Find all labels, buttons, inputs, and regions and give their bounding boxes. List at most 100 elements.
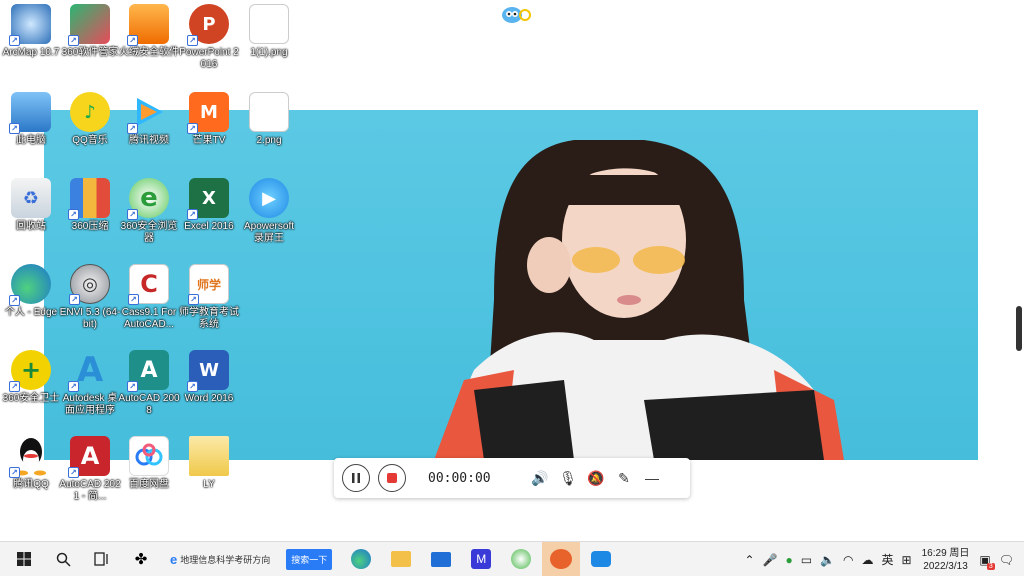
clock-date: 2022/3/13 [923,560,968,572]
screen-recorder-toolbar: 00:00:00 🔊 🎙 🔕 ✎ — [334,458,690,498]
autocad-2021-icon: A ↗ [68,436,110,478]
image-file-icon [249,4,289,44]
qq-penguin-icon: ↗ [9,436,51,478]
recycle-bin-icon: ♻ [11,178,51,218]
desktop-icon-exam-system[interactable]: 师学 ↗ 师学教育考试系统 [178,264,240,331]
action-center-icon[interactable]: 🗨 [999,553,1014,567]
app-m-icon: M [471,549,492,569]
desktop-icon-recycle-bin[interactable]: ♻ 回收站 [0,178,62,233]
desktop-icon-envi[interactable]: ◎ ↗ ENVI 5.3 (64-bit) [59,264,121,331]
recorder-icon [591,551,612,567]
desktop-icon-360-browser[interactable]: e ↗ 360安全浏览器 [118,178,180,245]
microphone-icon[interactable]: 🎙 [558,468,578,488]
autocad-2008-icon: A ↗ [127,350,169,392]
search-button[interactable]: 搜索一下 [286,548,333,570]
powerpoint-icon: P ↗ [187,4,229,46]
battery-icon[interactable]: ▭ [801,553,812,567]
computer-icon: ↗ [9,92,51,134]
minimize-icon[interactable]: — [642,468,662,488]
desktop-icon-huorong[interactable]: ↗ 火绒安全软件 [118,4,180,59]
taskbar-app-edge[interactable] [342,542,380,576]
taskbar-app-mail[interactable] [422,542,460,576]
desktop-icon-arcmap[interactable]: ↗ ArcMap 10.7 [0,4,62,59]
search-input[interactable]: 地理信息科学考研方向 [180,553,286,566]
taskbar-app-file-explorer[interactable] [382,542,420,576]
taskbar-app-huorong[interactable] [542,541,581,576]
apowersoft-recorder-icon: ▶ [249,178,289,218]
edge-icon [351,549,372,569]
desktop-icon-360-software-manager[interactable]: ↗ 360软件管家 [59,4,121,59]
taskbar-app-editor[interactable]: M [462,542,500,576]
desktop-icon-png-2[interactable]: 2.png [238,92,300,147]
autodesk-icon: A ↗ [68,350,110,392]
desktop-icon-autodesk-app[interactable]: A ↗ Autodesk 桌面应用程序 [59,350,121,417]
notification-count: 3 [986,562,995,570]
notification-icon[interactable]: ▣ 3 [979,553,995,570]
edge-icon: ↗ [9,264,51,306]
tencent-video-play-icon: ↗ [127,92,169,134]
folder-icon [189,436,229,476]
clock[interactable]: 16:29 周日 2022/3/13 [922,547,970,573]
baidu-netdisk-icon [129,436,169,476]
stop-button[interactable] [378,464,406,492]
desktop-icon-360-zip[interactable]: ↗ 360压缩 [59,178,121,233]
desktop-icon-edge[interactable]: ↗ 个人 - Edge [0,264,62,319]
search-icon[interactable] [48,544,78,574]
taskbar-app-360-browser[interactable] [502,542,540,576]
desktop-icon-360-security[interactable]: + ↗ 360安全卫士 [0,350,62,405]
arcmap-icon: ↗ [9,4,51,46]
desktop-icon-png-1[interactable]: 1(1).png [238,4,300,59]
cloud-icon[interactable]: ☁ [862,553,874,567]
desktop-icon-mango-tv[interactable]: M ↗ 芒果TV [178,92,240,147]
mail-icon [431,551,452,567]
taskbar: ✤ e 地理信息科学考研方向 搜索一下 M ⌃ 🎤 ● ▭ 🔈 ◠ ☁ 英 ⊞ … [0,541,1024,576]
pinwheel-icon[interactable]: ✤ [126,544,156,574]
desktop-icon-word[interactable]: W ↗ Word 2016 [178,350,240,405]
desktop-icon-cass[interactable]: C ↗ Cass9.1 For AutoCAD... [118,264,180,331]
qq-music-icon: ♪ [70,92,110,132]
pause-button[interactable] [342,464,370,492]
cass-icon: C ↗ [128,264,169,305]
desktop-icon-qq[interactable]: ↗ 腾讯QQ [0,436,62,491]
taskbar-app-apowersoft[interactable] [582,542,620,576]
chevron-up-icon[interactable]: ⌃ [744,553,754,567]
mango-tv-icon: M ↗ [187,92,229,134]
360-browser-icon [511,549,532,569]
desktop-icon-powerpoint[interactable]: P ↗ PowerPoint 2016 [178,4,240,71]
desktop-icon-baidu-netdisk[interactable]: 百度网盘 [118,436,180,491]
fox-app-icon [550,549,573,569]
system-tray: ⌃ 🎤 ● ▭ 🔈 ◠ ☁ 英 ⊞ 16:29 周日 2022/3/13 ▣ 3 … [740,542,1024,576]
clock-time: 16:29 周日 [921,547,970,559]
desktop-icon-tencent-video[interactable]: ↗ 腾讯视频 [118,92,180,147]
desktop-icon-autocad-2008[interactable]: A ↗ AutoCAD 2008 [118,350,180,417]
recording-timer: 00:00:00 [428,470,491,486]
360-tray-icon[interactable]: ● [786,553,793,567]
input-language[interactable]: 英 [882,551,894,568]
desktop-icon-this-pc[interactable]: ↗ 此电脑 [0,92,62,147]
volume-icon[interactable]: 🔈 [820,553,835,567]
exam-system-icon: 师学 ↗ [188,264,229,305]
pen-annotate-icon[interactable]: ✎ [614,468,634,488]
scrollbar-thumb[interactable] [1016,306,1022,351]
stop-icon [387,473,397,483]
wifi-icon[interactable]: ◠ [843,553,853,567]
desktop-icon-excel[interactable]: X ↗ Excel 2016 [178,178,240,233]
task-view-icon[interactable] [87,544,117,574]
webcam-muted-icon[interactable]: 🔕 [586,468,606,488]
floating-app-logo-icon[interactable] [500,5,532,25]
microphone-tray-icon[interactable]: 🎤 [763,553,778,567]
desktop-icon-autocad-2021[interactable]: A ↗ AutoCAD 2021 - 简... [59,436,121,503]
speaker-icon[interactable]: 🔊 [530,468,550,488]
search-bar[interactable]: e 地理信息科学考研方向 搜索一下 [170,546,333,572]
wallpaper-person-illustration [434,140,844,460]
image-file-icon [249,92,289,132]
envi-globe-icon: ◎ ↗ [69,264,110,305]
360-security-icon: + ↗ [9,350,51,392]
windows-start-icon[interactable] [9,544,39,574]
desktop-icon-ly-folder[interactable]: LY [178,436,240,491]
huorong-shield-icon: ↗ [127,4,169,46]
pause-icon [352,473,360,483]
desktop-icon-apowersoft[interactable]: ▶ Apowersoft 录屏王 [238,178,300,245]
ime-grid-icon[interactable]: ⊞ [902,553,912,567]
desktop-icon-qq-music[interactable]: ♪ QQ音乐 [59,92,121,147]
